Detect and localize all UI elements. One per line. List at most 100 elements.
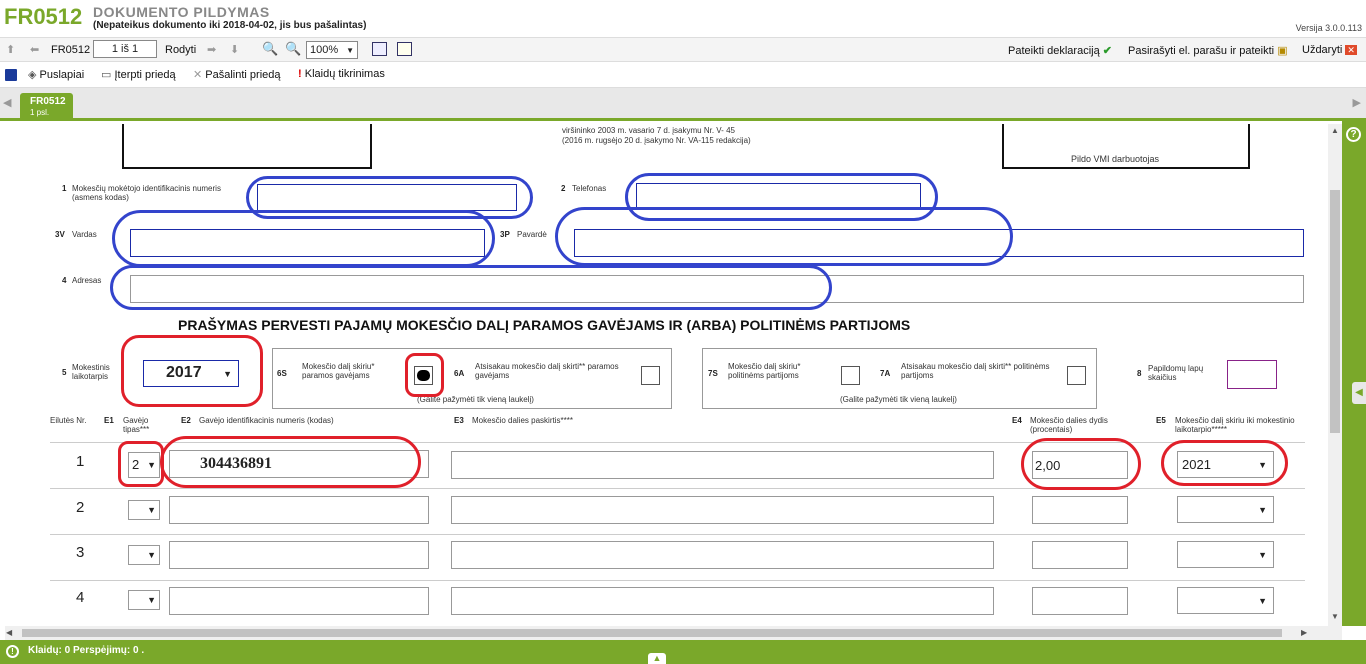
expand-panel-icon[interactable]: ◀ (1352, 382, 1366, 404)
close-button[interactable]: Uždaryti ✕ (1302, 44, 1357, 56)
form-main-title: PRAŠYMAS PERVESTI PAJAMŲ MOKESČIO DALĮ P… (178, 317, 911, 333)
scroll-left-icon[interactable]: ◀ (6, 628, 12, 637)
vmi-label: Pildo VMI darbuotojas (1071, 154, 1160, 164)
row-divider (50, 488, 1305, 489)
purpose-input[interactable] (451, 451, 994, 479)
insert-attachment-button[interactable]: ▭ Įterpti priedą (101, 68, 176, 81)
recipient-type-select[interactable]: ▼ (128, 545, 160, 565)
close-icon: ✕ (1345, 45, 1357, 55)
horizontal-scrollbar[interactable]: ◀ ▶ (5, 626, 1342, 640)
until-period-select[interactable]: ▼ (1177, 541, 1274, 568)
help-icon[interactable]: ? (1346, 127, 1361, 142)
tab-label: FR0512 (30, 96, 66, 107)
header-percent: Mokesčio dalies dydis (procentais) (1030, 416, 1108, 434)
version-label: Versija 3.0.0.113 (1295, 23, 1362, 33)
zoom-select[interactable]: 100% ▼ (306, 41, 358, 59)
percent-input[interactable] (1032, 587, 1128, 615)
field-7a-number: 7A (880, 369, 891, 378)
phone-field[interactable] (636, 183, 921, 209)
tab-scroll-right-icon[interactable]: ▶ (1353, 96, 1361, 109)
header-purpose: Mokesčio dalies paskirtis**** (472, 416, 573, 425)
error-check-button[interactable]: ! Klaidų tikrinimas (298, 68, 385, 80)
tab-scroll-left-icon[interactable]: ◀ (3, 96, 11, 109)
recipient-id-input[interactable] (169, 541, 429, 569)
tab-bar: ◀ ▶ (0, 88, 1366, 121)
submit-declaration-button[interactable]: Pateikti deklaraciją ✔ (1008, 44, 1112, 57)
vertical-scrollbar[interactable]: ▲ ▼ (1328, 124, 1342, 626)
decline-parties-checkbox[interactable] (1067, 366, 1086, 385)
tax-period-select[interactable]: 2017 ▼ (143, 360, 239, 387)
address-field[interactable] (130, 275, 1304, 303)
recipient-id-input[interactable] (169, 587, 429, 615)
info-icon: ! (6, 645, 19, 658)
first-page-icon[interactable]: ⬆ (6, 43, 15, 56)
form-name-label: FR0512 (51, 44, 91, 56)
next-page-icon[interactable]: ➡ (207, 43, 216, 56)
scroll-down-icon[interactable]: ▼ (1331, 612, 1339, 621)
settings-edit-icon[interactable] (397, 42, 412, 56)
recipient-type-select[interactable]: ▼ (128, 500, 160, 520)
until-period-select[interactable]: ▼ (1177, 496, 1274, 523)
recipient-type-select[interactable]: ▼ (128, 590, 160, 610)
form-canvas: viršininko 2003 m. vasario 7 d. įsakymu … (5, 124, 1328, 626)
field-7s-label: Mokesčio dalį skiriu* politinėms partijo… (728, 362, 801, 380)
scroll-up-icon[interactable]: ▲ (1331, 126, 1339, 135)
field-3p-number: 3P (500, 230, 510, 239)
field-7s-number: 7S (708, 369, 718, 378)
navigation-toolbar: ⬆ ⬅ FR0512 1 iš 1 Rodyti ➡ ⬇ 🔍 🔍 100% ▼ P… (0, 38, 1366, 62)
percent-input[interactable]: 2,00 (1032, 451, 1128, 479)
header-e1-code: E1 (104, 416, 114, 425)
scrollbar-thumb[interactable] (1330, 190, 1340, 433)
field-4-number: 4 (62, 276, 67, 285)
edit-icon[interactable] (372, 42, 387, 56)
first-name-field[interactable] (130, 229, 485, 257)
extra-pages-field[interactable] (1227, 360, 1277, 389)
scrollbar-thumb[interactable] (22, 629, 1282, 637)
last-name-field[interactable] (574, 229, 1304, 257)
taxpayer-id-field[interactable] (257, 184, 517, 211)
header-row-number: Eilutės Nr. (50, 416, 87, 425)
pages-button[interactable]: ◈ Puslapiai (28, 68, 84, 81)
purpose-input[interactable] (451, 496, 994, 524)
document-toolbar: ◈ Puslapiai ▭ Įterpti priedą ✕ Pašalinti… (0, 62, 1366, 88)
page-input[interactable]: 1 iš 1 (93, 40, 157, 58)
field-1-number: 1 (62, 184, 67, 193)
exclamation-icon: ! (298, 68, 302, 80)
purpose-input[interactable] (451, 587, 994, 615)
purpose-input[interactable] (451, 541, 994, 569)
donate-to-parties-checkbox[interactable] (841, 366, 860, 385)
header-e5-code: E5 (1156, 416, 1166, 425)
decline-recipients-checkbox[interactable] (641, 366, 660, 385)
sign-and-submit-button[interactable]: Pasirašyti el. parašu ir pateikti ▣ (1128, 44, 1288, 57)
form-header-box (122, 124, 372, 169)
last-page-icon[interactable]: ⬇ (230, 43, 239, 56)
until-period-select[interactable]: ▼ (1177, 587, 1274, 614)
donate-to-recipients-checkbox[interactable] (414, 366, 433, 385)
recipient-type-select[interactable]: 2 ▼ (128, 452, 160, 478)
check-icon: ✔ (1102, 45, 1112, 57)
zoom-in-icon[interactable]: 🔍 (285, 41, 301, 57)
until-period-select[interactable]: 2021 ▼ (1177, 451, 1274, 478)
remove-attachment-button[interactable]: ✕ Pašalinti priedą (193, 68, 281, 81)
prev-page-icon[interactable]: ⬅ (30, 43, 39, 56)
header-e3-code: E3 (454, 416, 464, 425)
expand-status-icon[interactable]: ▲ (648, 653, 666, 664)
app-header: FR0512 DOKUMENTO PILDYMAS (Nepateikus do… (0, 0, 1366, 38)
field-6s-label: Mokesčio dalį skiriu* paramos gavėjams (302, 362, 375, 380)
chevron-down-icon: ▼ (147, 460, 156, 470)
zoom-out-icon[interactable]: 🔍 (262, 41, 278, 57)
row-divider (50, 442, 1305, 443)
scroll-right-icon[interactable]: ▶ (1301, 628, 1307, 637)
header-e2-code: E2 (181, 416, 191, 425)
percent-input[interactable] (1032, 541, 1128, 569)
recipient-id-input[interactable] (169, 496, 429, 524)
field-7a-label: Atsisakau mokesčio dalį skirti** politin… (901, 362, 1050, 380)
row-divider (50, 580, 1305, 581)
percent-input[interactable] (1032, 496, 1128, 524)
field-3v-label: Vardas (72, 230, 97, 239)
tab-fr0512[interactable]: FR0512 1 psl. (20, 93, 73, 121)
save-icon[interactable] (5, 69, 17, 81)
field-6a-label: Atsisakau mokesčio dalį skirti** paramos… (475, 362, 619, 380)
show-button[interactable]: Rodyti (165, 44, 196, 56)
recipient-id-input[interactable]: 304436891 (169, 450, 429, 478)
